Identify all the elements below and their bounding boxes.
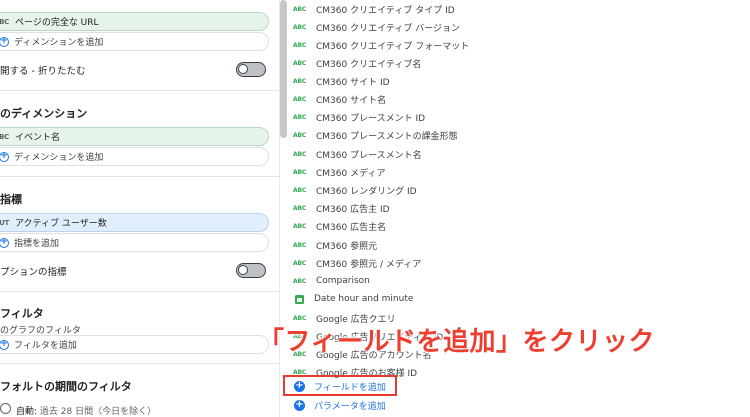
field-name: CM360 プレースメント ID — [316, 113, 426, 124]
section-title-metric: 指標 — [0, 193, 22, 206]
field-name: CM360 サイト ID — [316, 77, 390, 88]
field-name: CM360 クリエイティブ タイプ ID — [316, 5, 455, 16]
field-item[interactable]: ABC CM360 メディア — [290, 163, 730, 181]
text-dimension-icon: ABC — [293, 113, 307, 121]
section-title-secondary-dimension: のディメンション — [0, 107, 88, 120]
add-parameter-button[interactable]: + パラメータを追加 — [290, 396, 730, 414]
metric-chip-active-users[interactable]: AUT アクティブ ユーザー数 — [0, 213, 269, 232]
text-dimension-icon: ABC — [293, 131, 307, 139]
auto-date-label: 自動: — [16, 407, 38, 417]
field-item[interactable]: ABC CM360 クリエイティブ タイプ ID — [290, 0, 730, 18]
text-dimension-icon: ABC — [293, 186, 307, 194]
text-dimension-icon: ABC — [293, 5, 307, 13]
field-item[interactable]: ABC CM360 クリエイティブ名 — [290, 54, 730, 72]
toggle-knob — [238, 265, 248, 275]
text-dimension-icon: ABC — [293, 41, 307, 49]
add-circle-icon: + — [0, 236, 9, 248]
divider — [0, 363, 279, 364]
field-name: CM360 広告主名 — [316, 222, 387, 233]
calendar-icon — [295, 294, 304, 304]
text-dimension-icon: ABC — [293, 23, 307, 31]
dimension-chip-label: イベント名 — [15, 133, 61, 143]
add-secondary-dimension-button[interactable]: + ディメンションを追加 — [0, 147, 269, 166]
add-filter-label: フィルタを追加 — [14, 341, 77, 351]
text-dimension-icon: ABC — [293, 241, 307, 249]
field-item[interactable]: ABC Comparison — [290, 272, 730, 290]
dimension-type-label: ABC — [0, 132, 9, 141]
text-dimension-icon: ABC — [293, 168, 307, 176]
field-item[interactable]: ABC CM360 サイト名 — [290, 90, 730, 108]
field-name: Date hour and minute — [314, 294, 414, 304]
chart-setup-panel: ABC ページの完全な URL + ディメンションを追加 開する - 折りたたむ… — [0, 0, 279, 417]
annotation-callout: 「フィールドを追加」をクリック — [258, 327, 655, 357]
scrollbar-thumb[interactable] — [280, 0, 287, 138]
add-metric-button[interactable]: + 指標を追加 — [0, 233, 269, 252]
text-dimension-icon: ABC — [293, 59, 307, 67]
add-dimension-label: ディメンションを追加 — [14, 38, 104, 48]
metric-type-label: AUT — [0, 218, 9, 227]
add-circle-icon: + — [294, 398, 305, 411]
field-name: CM360 プレースメントの課金形態 — [316, 131, 458, 142]
collapse-toggle[interactable] — [236, 62, 266, 77]
add-filter-button[interactable]: + フィルタを追加 — [0, 335, 269, 354]
divider — [0, 90, 279, 91]
auto-date-radio[interactable] — [0, 403, 11, 414]
dimension-chip-label: ページの完全な URL — [15, 18, 99, 28]
dimension-chip-event-name[interactable]: ABC イベント名 — [0, 127, 269, 146]
auto-date-option[interactable]: 自動: 過去 28 日間（今日を除く） — [16, 404, 156, 417]
text-dimension-icon: ABC — [293, 95, 307, 103]
field-item[interactable]: ABC CM360 参照元 / メディア — [290, 254, 730, 272]
optional-metric-label: プションの指標 — [0, 267, 67, 278]
optional-metric-toggle[interactable] — [236, 263, 266, 278]
field-item[interactable]: ABC CM360 サイト ID — [290, 72, 730, 90]
text-dimension-icon: ABC — [293, 222, 307, 230]
text-dimension-icon: ABC — [293, 150, 307, 158]
highlight-box — [283, 375, 397, 396]
add-dimension-button[interactable]: + ディメンションを追加 — [0, 32, 269, 51]
text-dimension-icon: ABC — [293, 77, 307, 85]
field-item[interactable]: ABC CM360 プレースメント名 — [290, 145, 730, 163]
text-dimension-icon: ABC — [293, 277, 307, 285]
divider — [0, 176, 279, 177]
auto-date-value: 過去 28 日間（今日を除く） — [39, 407, 157, 417]
dimension-type-label: ABC — [0, 17, 9, 26]
metric-chip-label: アクティブ ユーザー数 — [15, 219, 107, 229]
text-dimension-icon: ABC — [293, 259, 307, 267]
add-metric-label: 指標を追加 — [14, 239, 60, 249]
field-item[interactable]: ABC CM360 広告主 ID — [290, 199, 730, 217]
field-item[interactable]: Date hour and minute — [290, 290, 730, 308]
field-item[interactable]: ABC CM360 参照元 — [290, 236, 730, 254]
field-item[interactable]: ABC CM360 クリエイティブ フォーマット — [290, 36, 730, 54]
field-item[interactable]: ABC CM360 レンダリング ID — [290, 181, 730, 199]
field-name: CM360 参照元 / メディア — [316, 259, 422, 270]
toggle-knob — [238, 64, 248, 74]
field-name: CM360 クリエイティブ フォーマット — [316, 41, 470, 52]
add-circle-icon: + — [0, 35, 9, 47]
divider — [0, 291, 279, 292]
field-name: CM360 メディア — [316, 168, 386, 179]
add-dimension-label: ディメンションを追加 — [14, 153, 104, 163]
field-name: CM360 クリエイティブ名 — [316, 59, 422, 70]
collapse-toggle-label: 開する - 折りたたむ — [0, 66, 86, 77]
field-name: CM360 クリエイティブ バージョン — [316, 23, 461, 34]
text-dimension-icon: ABC — [293, 204, 307, 212]
dimension-chip-page-url[interactable]: ABC ページの完全な URL — [0, 12, 269, 31]
field-name: CM360 参照元 — [316, 241, 378, 252]
add-circle-icon: + — [0, 338, 9, 350]
add-parameter-label: パラメータを追加 — [314, 401, 386, 412]
section-title-default-date-filter: フォルトの期間のフィルタ — [0, 380, 132, 393]
section-title-filter: フィルタ — [0, 307, 44, 320]
field-item[interactable]: ABC CM360 プレースメント ID — [290, 108, 730, 126]
field-name: CM360 レンダリング ID — [316, 186, 417, 197]
field-item[interactable]: ABC CM360 広告主名 — [290, 217, 730, 235]
field-name: CM360 プレースメント名 — [316, 150, 422, 161]
field-item[interactable]: ABC CM360 プレースメントの課金形態 — [290, 126, 730, 144]
field-name: CM360 広告主 ID — [316, 204, 390, 215]
field-name: Comparison — [316, 276, 370, 286]
field-item[interactable]: ABC CM360 クリエイティブ バージョン — [290, 18, 730, 36]
field-name: CM360 サイト名 — [316, 95, 387, 106]
add-circle-icon: + — [0, 150, 9, 162]
